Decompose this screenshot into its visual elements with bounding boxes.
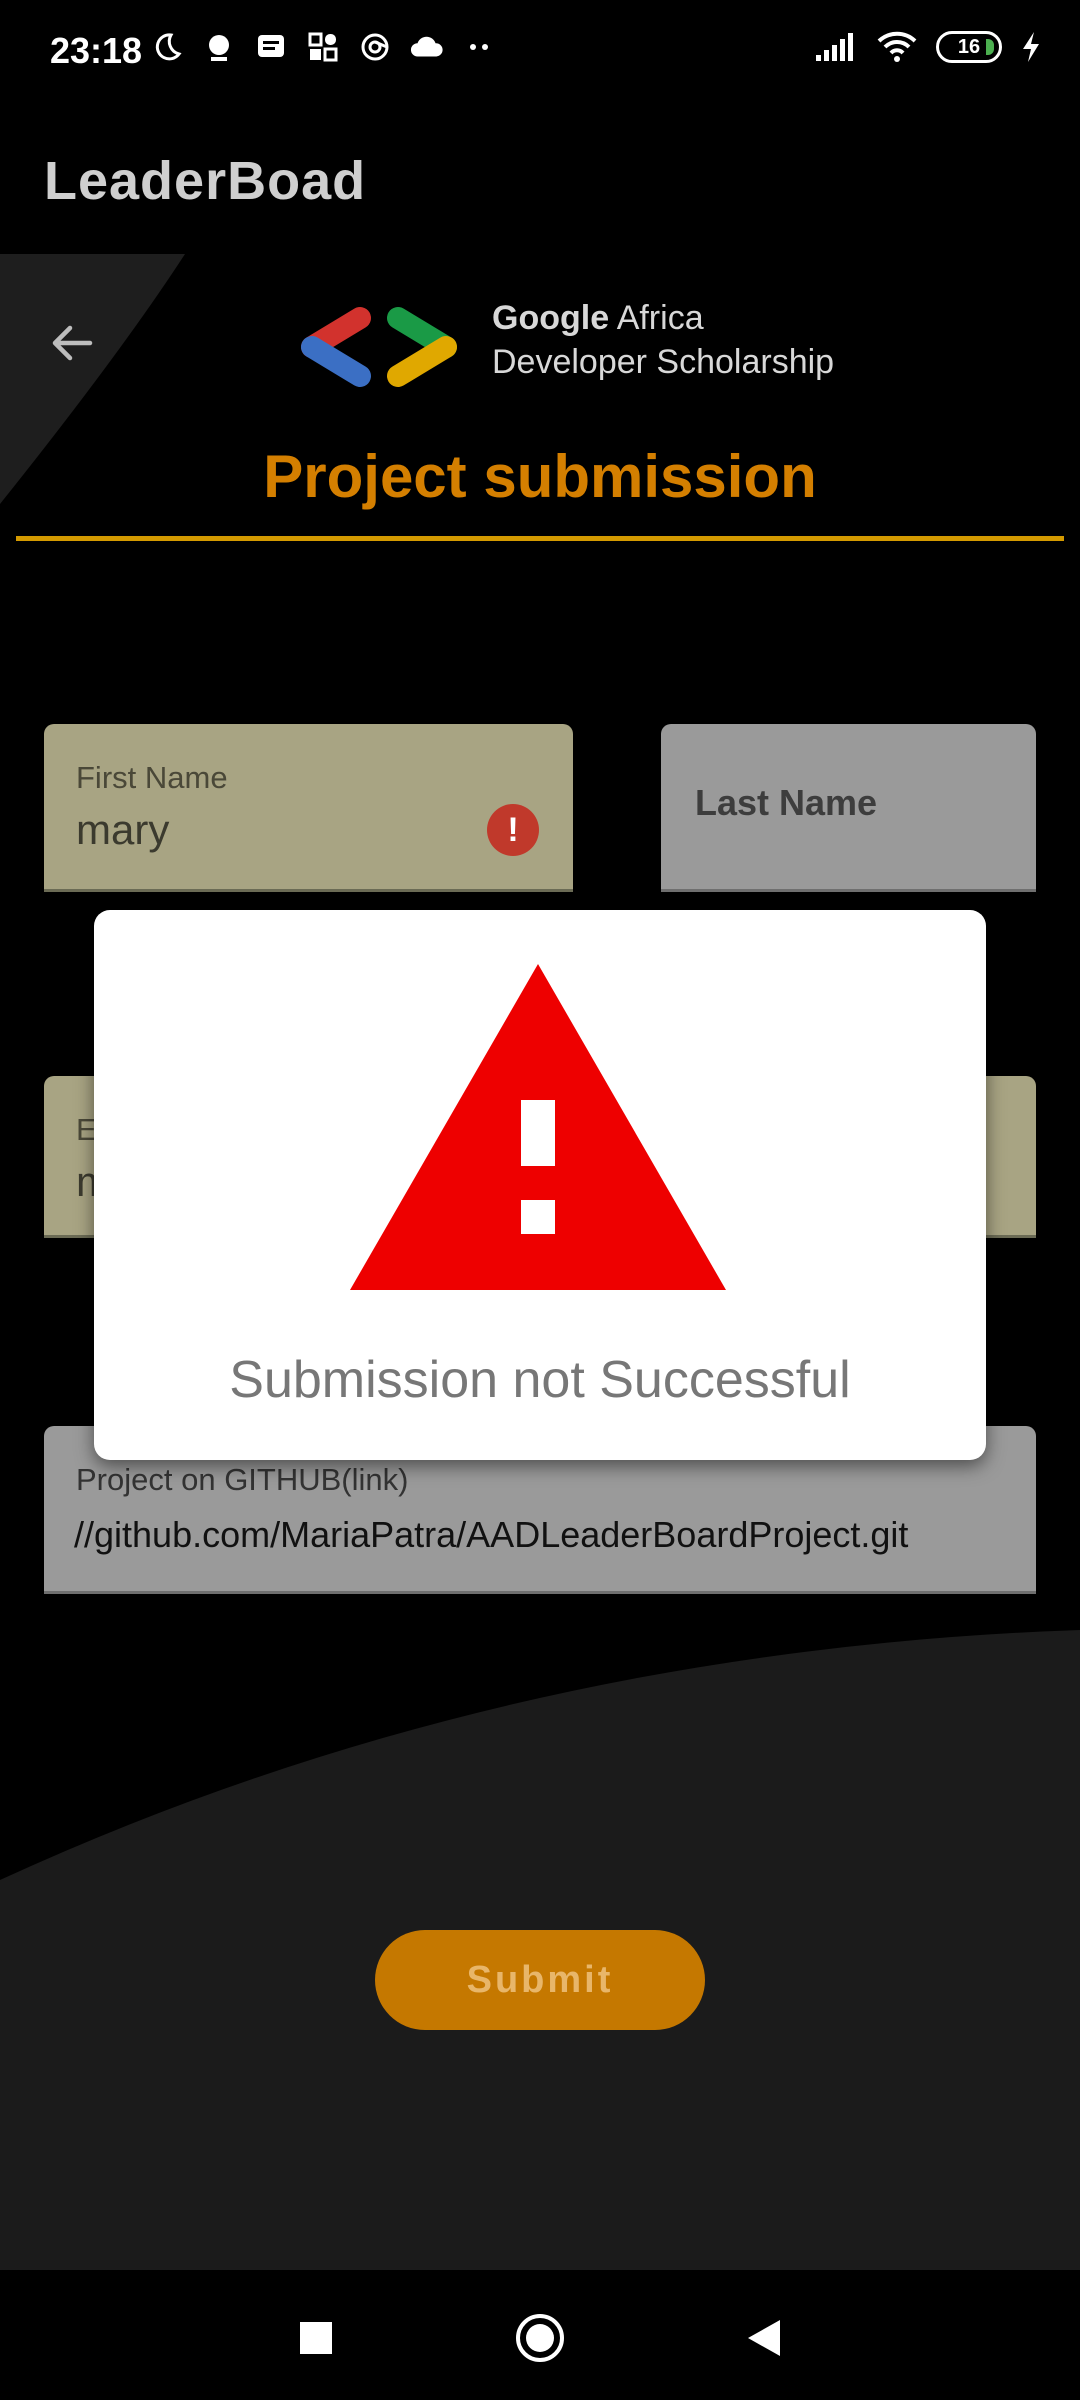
more-dots-icon — [462, 30, 496, 64]
alarm-icon — [202, 30, 236, 64]
status-icons-left — [150, 30, 496, 64]
last-name-placeholder: Last Name — [695, 782, 878, 823]
logo-line2: Developer Scholarship — [492, 343, 835, 381]
logo-region: Africa — [616, 299, 704, 337]
status-time: 23:18 — [50, 30, 143, 71]
first-name-field[interactable]: First Name mary ! — [44, 724, 573, 892]
moon-icon — [150, 30, 184, 64]
github-link-label: Project on GITHUB(link) — [76, 1462, 409, 1497]
submit-button[interactable]: Submit — [375, 1930, 705, 2030]
logo-brand: Google — [492, 299, 610, 337]
error-icon: ! — [487, 804, 539, 856]
first-name-label: First Name — [76, 760, 228, 795]
status-icons-right: 16 — [814, 30, 1042, 64]
home-circle-icon[interactable] — [512, 2310, 568, 2366]
app-title: LeaderBoad — [44, 151, 367, 211]
app-bar: LeaderBoad — [0, 104, 1080, 254]
last-name-field[interactable]: Last Name — [661, 724, 1036, 892]
recents-square-icon[interactable] — [288, 2310, 344, 2366]
message-icon — [254, 30, 288, 64]
back-arrow-icon[interactable] — [46, 318, 96, 368]
google-dev-logo-icon — [301, 307, 457, 387]
page-title: Project submission — [263, 443, 817, 510]
sync-icon — [358, 30, 392, 64]
google-dev-logo-text: Google Africa Developer Scholarship — [492, 296, 834, 384]
status-bar: 23:18 16 — [0, 0, 1080, 104]
charging-icon — [1020, 30, 1042, 64]
cloud-icon — [410, 30, 444, 64]
github-link-value: //github.com/MariaPatra/AADLeaderBoardPr… — [74, 1514, 909, 1555]
signal-icon — [814, 30, 858, 64]
warning-icon — [350, 964, 726, 1290]
battery-icon: 16 — [936, 31, 1002, 63]
error-dialog: Submission not Successful — [94, 910, 986, 1460]
apps-icon — [306, 30, 340, 64]
battery-level: 16 — [957, 35, 981, 58]
title-divider — [16, 536, 1064, 541]
back-triangle-icon[interactable] — [736, 2310, 792, 2366]
first-name-value: mary — [76, 806, 170, 853]
navigation-bar — [0, 2270, 1080, 2400]
wifi-icon — [876, 30, 918, 64]
dialog-message: Submission not Successful — [229, 1351, 851, 1409]
